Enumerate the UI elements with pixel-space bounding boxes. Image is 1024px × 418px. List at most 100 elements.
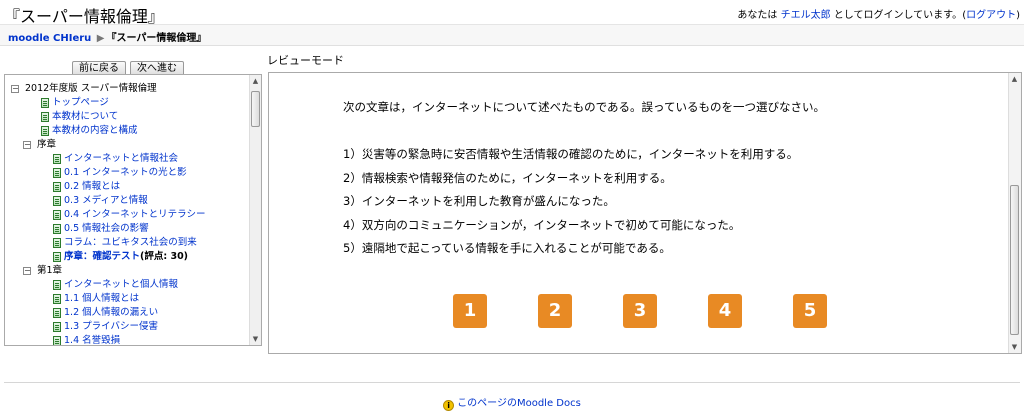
toc-link[interactable]: トップページ [52, 96, 109, 110]
scroll-up-arrow-icon[interactable]: ▲ [250, 75, 261, 87]
content-frame: 次の文章は，インターネットについて述べたものである。誤っているものを一つ選びなさ… [268, 72, 1022, 354]
footer-divider [4, 382, 1020, 383]
navbar: moodle CHIeru ▶ 『スーパー情報倫理』 [0, 24, 1024, 46]
toc-item-text: インターネットと個人情報 [64, 279, 179, 290]
toc-link[interactable]: 0.5 情報社会の影響 [64, 222, 149, 236]
toc-item[interactable]: 1.4 名誉毀損 [5, 334, 251, 346]
content-scroll-down-icon[interactable]: ▼ [1009, 341, 1020, 353]
toc-item-text: 本教材の内容と構成 [52, 125, 138, 136]
toc-link[interactable]: インターネットと情報社会 [64, 152, 178, 166]
toc-link[interactable]: 0.2 情報とは [64, 180, 120, 194]
toc-item[interactable]: インターネットと個人情報 [5, 278, 251, 292]
toc-item-text: 1.4 名誉毀損 [64, 335, 121, 346]
toc-link[interactable]: 本教材について [52, 110, 118, 124]
document-icon [53, 154, 61, 164]
toc-item-text: 0.3 メディアと情報 [64, 195, 148, 206]
toc-item[interactable]: インターネットと情報社会 [5, 152, 251, 166]
document-icon [53, 252, 61, 262]
toc-item[interactable]: 0.3 メディアと情報 [5, 194, 251, 208]
toc-link[interactable]: 0.1 インターネットの光と影 [64, 166, 187, 180]
toc-link[interactable]: 1.3 プライバシー侵害 [64, 320, 158, 334]
document-icon [41, 98, 49, 108]
toc-link[interactable]: インターネットと個人情報 [64, 278, 178, 292]
toc-scrollbar[interactable]: ▲ ▼ [249, 75, 261, 345]
toc-link[interactable]: 本教材の内容と構成 [52, 124, 138, 138]
toc-item[interactable]: 本教材の内容と構成 [5, 124, 251, 138]
breadcrumb-separator: ▶ [96, 33, 105, 44]
option-4: 4）双方向のコミュニケーションが，インターネットで初めて可能になった。 [343, 217, 741, 232]
document-icon [53, 224, 61, 234]
toc-link[interactable]: 1.4 名誉毀損 [64, 334, 121, 346]
toc-item[interactable]: 1.1 個人情報とは [5, 292, 251, 306]
login-prefix: あなたは [737, 10, 778, 21]
answer-button-3[interactable]: 3 [623, 294, 657, 328]
option-3: 3）インターネットを利用した教育が盛んになった。 [343, 194, 615, 208]
content-scroll-thumb[interactable] [1010, 185, 1019, 335]
logout-link[interactable]: ログアウト [966, 10, 1016, 21]
collapse-toggle-icon[interactable]: − [11, 85, 19, 93]
document-icon [53, 294, 61, 304]
option-1: 1）災害等の緊急時に安否情報や生活情報の確認のために，インターネットを利用する。 [343, 147, 799, 161]
toc-item[interactable]: 1.3 プライバシー侵害 [5, 320, 251, 334]
collapse-toggle-icon[interactable]: − [23, 141, 31, 149]
toc-item[interactable]: 0.5 情報社会の影響 [5, 222, 251, 236]
toc-item[interactable]: 序章：確認テスト(評点: 30) [5, 250, 251, 264]
toc-item-text: 0.2 情報とは [64, 181, 121, 192]
toc-item-text: インターネットと情報社会 [64, 153, 179, 164]
toc-link[interactable]: 0.3 メディアと情報 [64, 194, 148, 208]
toc-item[interactable]: コラム：ユビキタス社会の到来 [5, 236, 251, 250]
login-middle: としてログインしています。 [833, 10, 963, 21]
answer-button-4[interactable]: 4 [708, 294, 742, 328]
toc-item[interactable]: 0.1 インターネットの光と影 [5, 166, 251, 180]
toc-item-text: 0.5 情報社会の影響 [64, 223, 149, 234]
toc-folder-label: 2012年度版 スーパー情報倫理 [25, 83, 157, 94]
scroll-down-arrow-icon[interactable]: ▼ [250, 333, 261, 345]
page-footer: i このページのMoodle Docs [0, 394, 1024, 411]
option-5: 5）遠隔地で起こっている情報を手に入れることが可能である。 [343, 241, 671, 255]
toc-item-text: 0.1 インターネットの光と影 [64, 167, 187, 178]
page-header: 『スーパー情報倫理』 あなたは チエル太郎 としてログインしています。(ログアウ… [0, 0, 1024, 26]
toc-item-text: コラム：ユビキタス社会の到来 [64, 237, 197, 248]
toc-item-text: 1.3 プライバシー侵害 [64, 321, 158, 332]
document-icon [53, 238, 61, 248]
toc-item-text: 1.1 個人情報とは [64, 293, 140, 304]
toc-item-score: (評点: 30) [140, 251, 189, 262]
collapse-toggle-icon[interactable]: − [23, 267, 31, 275]
toc-link[interactable]: コラム：ユビキタス社会の到来 [64, 236, 197, 250]
document-icon [53, 182, 61, 192]
option-2: 2）情報検索や情報発信のために，インターネットを利用する。 [343, 170, 672, 185]
toc-folder-label: 第1章 [37, 265, 63, 276]
answer-button-5[interactable]: 5 [793, 294, 827, 328]
toc-item-text: 序章：確認テスト [64, 251, 141, 262]
document-icon [53, 210, 61, 220]
toc-item[interactable]: 0.2 情報とは [5, 180, 251, 194]
login-info: あなたは チエル太郎 としてログインしています。(ログアウト) [737, 6, 1020, 21]
breadcrumb: moodle CHIeru ▶ 『スーパー情報倫理』 [8, 29, 206, 44]
moodle-docs-link[interactable]: このページのMoodle Docs [457, 398, 581, 409]
user-name-link[interactable]: チエル太郎 [781, 10, 831, 21]
toc-current-item-label[interactable]: 序章：確認テスト(評点: 30) [64, 250, 188, 264]
toc-item: − 第1章 [5, 264, 251, 278]
toc-item[interactable]: トップページ [5, 96, 251, 110]
toc-item[interactable]: 0.4 インターネットとリテラシー [5, 208, 251, 222]
document-icon [53, 322, 61, 332]
document-icon [53, 196, 61, 206]
toc-link[interactable]: 0.4 インターネットとリテラシー [64, 208, 205, 222]
document-icon [53, 168, 61, 178]
breadcrumb-current: 『スーパー情報倫理』 [106, 33, 207, 44]
toc-item[interactable]: 本教材について [5, 110, 251, 124]
toc-link[interactable]: 1.1 個人情報とは [64, 292, 139, 306]
toc-item-text: 1.2 個人情報の漏えい [64, 307, 159, 318]
toc-item: − 序章 [5, 138, 251, 152]
info-icon: i [443, 400, 455, 411]
content-scrollbar[interactable]: ▲ ▼ [1008, 73, 1021, 353]
document-icon [41, 112, 49, 122]
answer-button-2[interactable]: 2 [538, 294, 572, 328]
toc-scroll-thumb[interactable] [251, 91, 260, 127]
toc-folder-label: 序章 [37, 139, 57, 150]
toc-item[interactable]: 1.2 個人情報の漏えい [5, 306, 251, 320]
toc-link[interactable]: 1.2 個人情報の漏えい [64, 306, 158, 320]
breadcrumb-home-link[interactable]: moodle CHIeru [8, 33, 91, 44]
content-scroll-up-icon[interactable]: ▲ [1009, 73, 1020, 85]
answer-button-1[interactable]: 1 [453, 294, 487, 328]
